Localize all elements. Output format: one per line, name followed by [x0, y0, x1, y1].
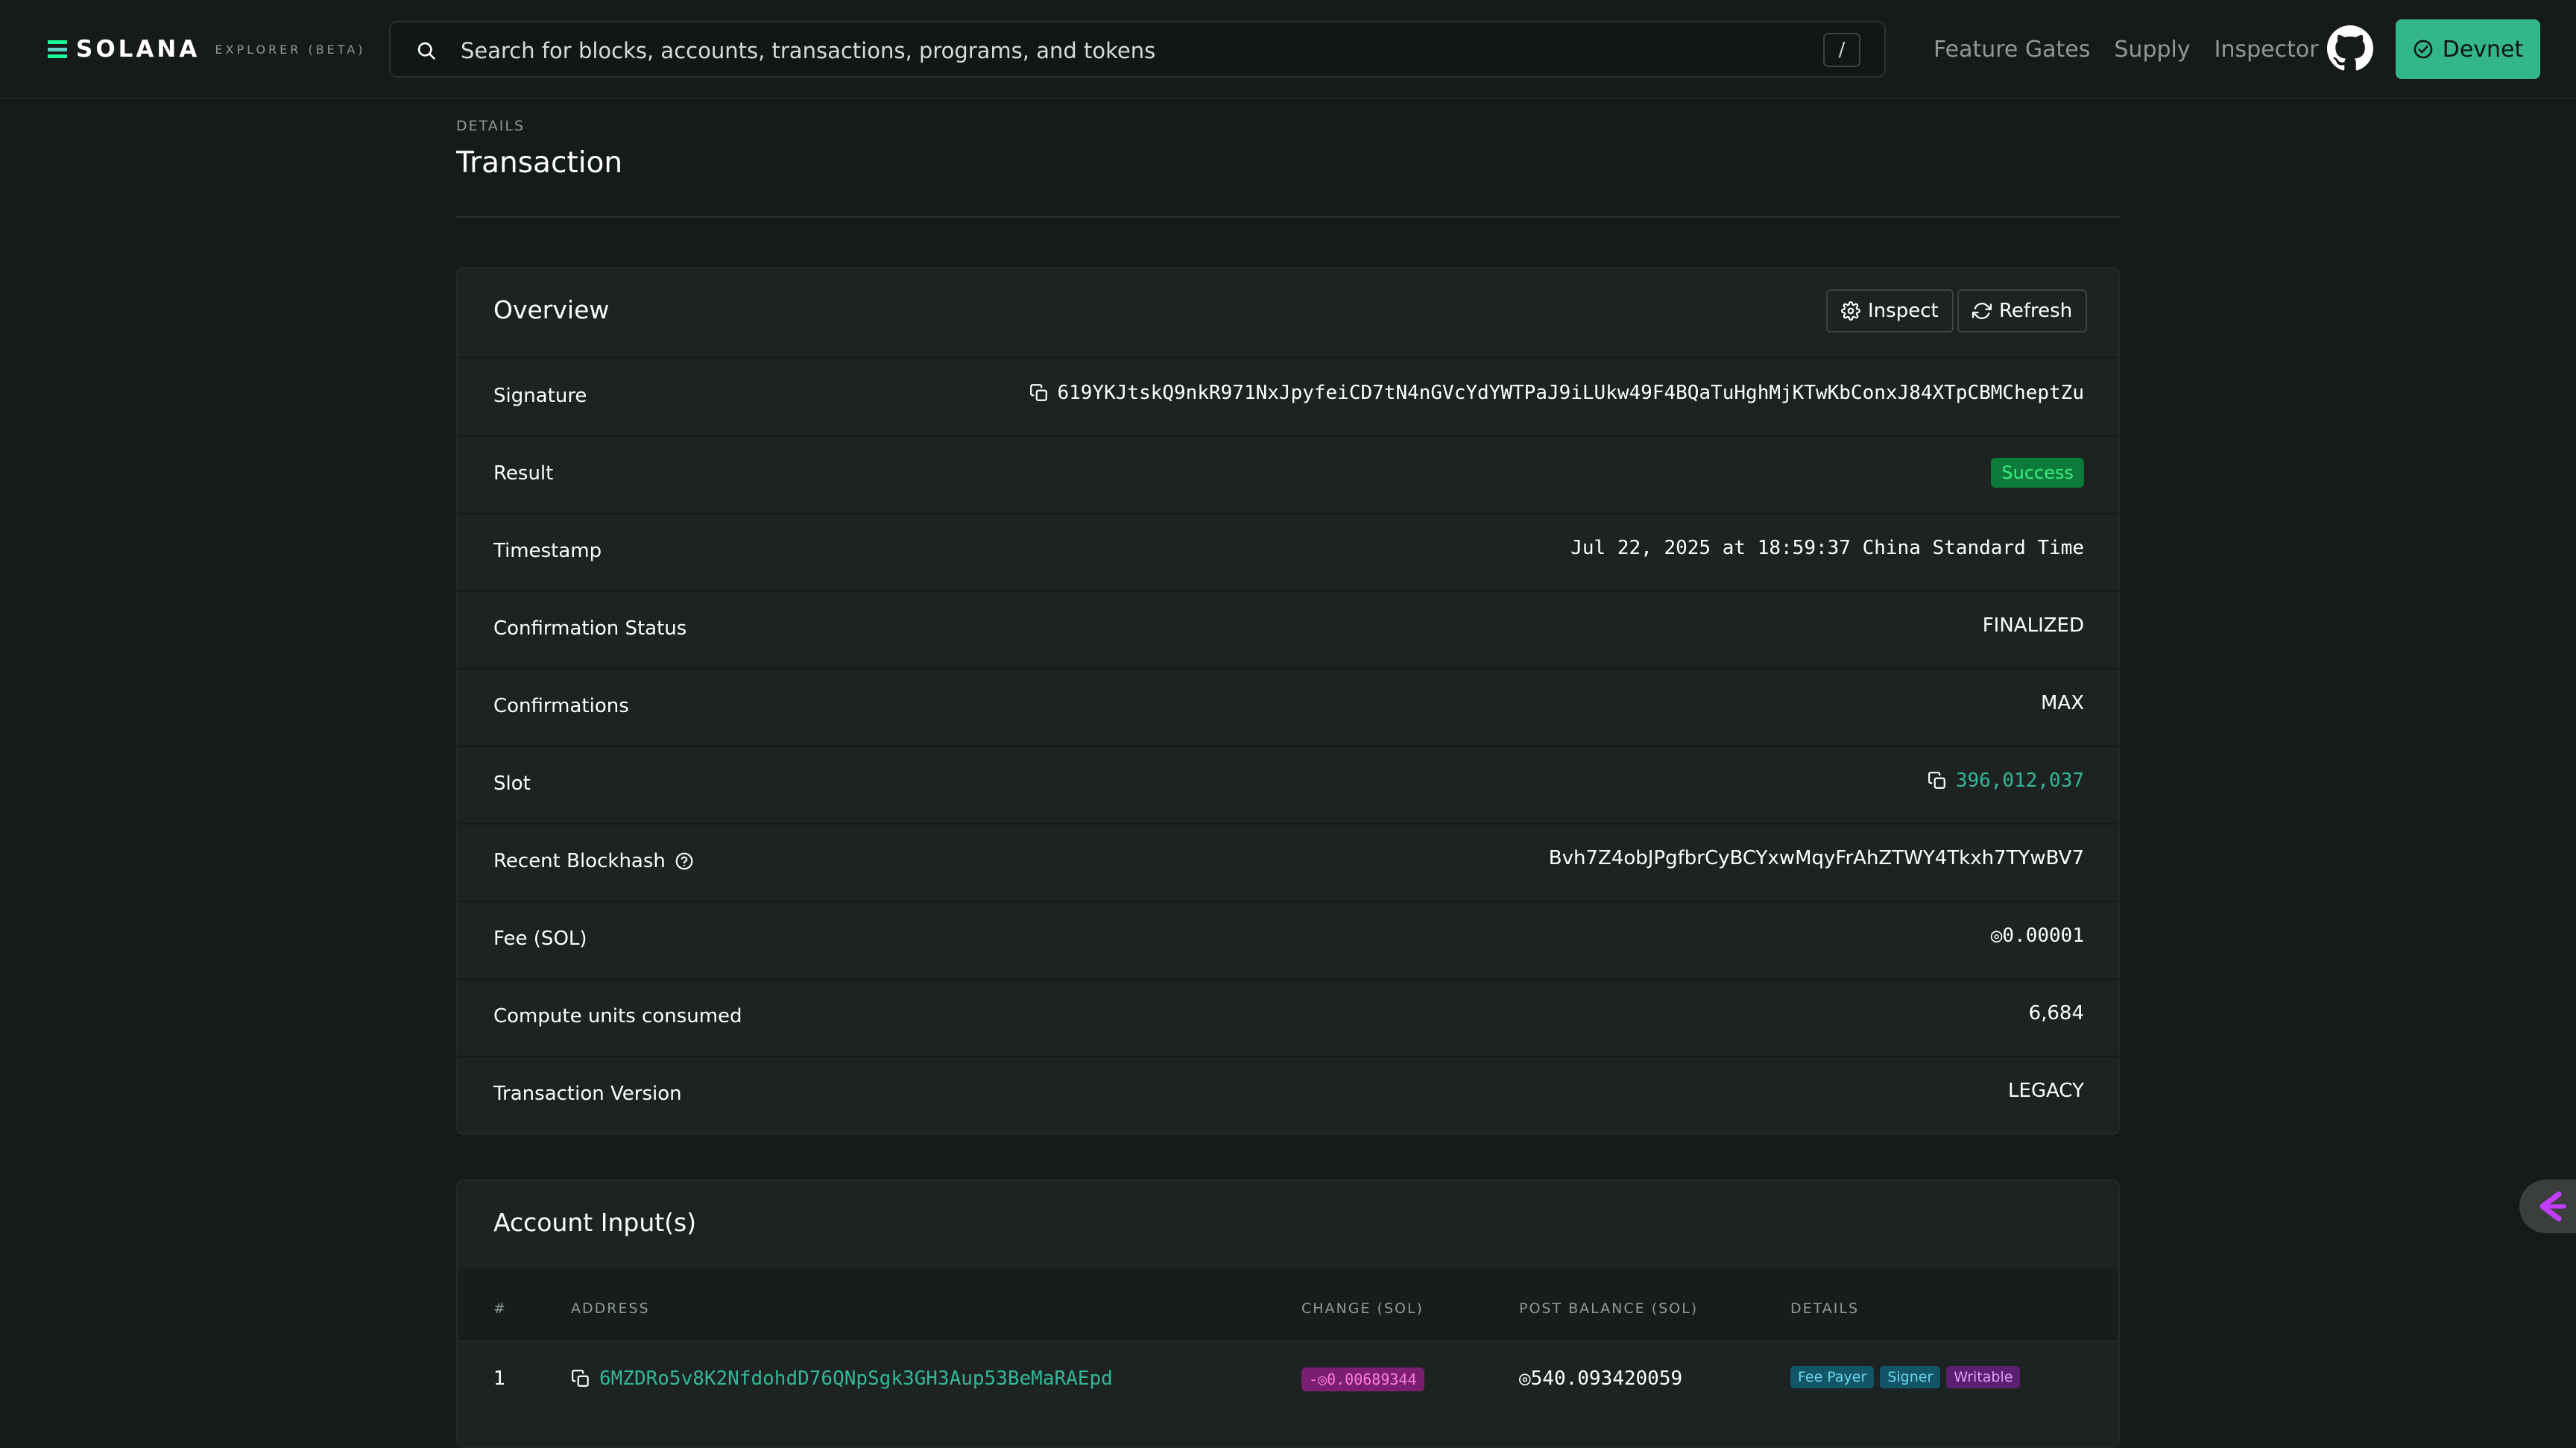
row-address: 6MZDRo5v8K2NfdohdD76QNpSgk3GH3Aup53BeMaR… — [571, 1367, 1113, 1390]
tag-writable: Writable — [1946, 1366, 2021, 1388]
account-inputs-card-header: Account Input(s) — [458, 1181, 2118, 1271]
table-row: 1 6MZDRo5v8K2NfdohdD76QNpSgk3GH3Aup53BeM… — [458, 1342, 2118, 1420]
nav-links: Feature Gates Supply Inspector — [1933, 33, 2343, 66]
compute-units-value: 6,684 — [2028, 1002, 2084, 1024]
github-icon[interactable] — [2327, 25, 2373, 72]
column-header-address: ADDRESS — [571, 1300, 650, 1317]
signature-label: Signature — [493, 385, 587, 407]
column-header-index: # — [493, 1300, 507, 1317]
account-inputs-title: Account Input(s) — [493, 1208, 697, 1237]
confirmations-label: Confirmations — [493, 695, 629, 717]
confirmation-status-value: FINALIZED — [1982, 614, 2084, 637]
refresh-icon — [1972, 303, 1992, 319]
page-title: Transaction — [456, 146, 623, 180]
nav-link-supply[interactable]: Supply — [2114, 37, 2190, 63]
refresh-button-label: Refresh — [1999, 300, 2073, 322]
brand-subtitle: EXPLORER (BETA) — [215, 42, 366, 57]
overview-card-header: Overview Inspect Refresh — [458, 268, 2118, 358]
transaction-version-row: Transaction Version LEGACY — [458, 1056, 2118, 1133]
result-value: Success — [1991, 458, 2084, 488]
slot-link[interactable]: 396,012,037 — [1956, 769, 2084, 792]
search-input[interactable] — [459, 33, 1729, 69]
row-post-balance: ◎540.093420059 — [1519, 1367, 1683, 1390]
recent-blockhash-label-text: Recent Blockhash — [493, 850, 666, 872]
column-header-change: CHANGE (SOL) — [1301, 1300, 1424, 1317]
timestamp-row: Timestamp Jul 22, 2025 at 18:59:37 China… — [458, 513, 2118, 591]
overview-title: Overview — [493, 295, 610, 324]
fee-label: Fee (SOL) — [493, 928, 587, 950]
status-badge: Success — [1991, 458, 2084, 488]
copy-icon[interactable] — [1029, 383, 1049, 403]
page-pretitle: DETAILS — [456, 118, 525, 134]
signature-row: Signature 619YKJtskQ9nkR971NxJpyfeiCD7tN… — [458, 358, 2118, 435]
recent-blockhash-row: Recent Blockhash Bvh7Z4obJPgfbrCyBCYxwMq… — [458, 823, 2118, 901]
result-row: Result Success — [458, 435, 2118, 513]
column-header-post-balance: POST BALANCE (SOL) — [1519, 1300, 1699, 1317]
tag-signer: Signer — [1880, 1366, 1941, 1388]
signature-text: 619YKJtskQ9nkR971NxJpyfeiCD7tN4nGVcYdYWT… — [1057, 382, 2085, 404]
row-index: 1 — [493, 1367, 506, 1390]
slot-value: 396,012,037 — [1928, 769, 2084, 792]
transaction-version-value: LEGACY — [2008, 1080, 2084, 1102]
change-badge: -◎0.00689344 — [1301, 1367, 1424, 1391]
slot-label: Slot — [493, 772, 531, 795]
refresh-button[interactable]: Refresh — [1957, 289, 2088, 333]
compute-units-row: Compute units consumed 6,684 — [458, 978, 2118, 1056]
compute-units-label: Compute units consumed — [493, 1005, 742, 1027]
search-bar[interactable]: / — [389, 21, 1886, 78]
search-icon — [417, 42, 435, 60]
nav-link-inspector[interactable]: Inspector — [2214, 37, 2319, 63]
brand-logo[interactable]: SOLANA EXPLORER (BETA) — [48, 33, 366, 66]
overview-card: Overview Inspect Refresh Signature 619YK… — [456, 267, 2120, 1135]
row-change: -◎0.00689344 — [1301, 1367, 1424, 1391]
fee-row: Fee (SOL) ◎0.00001 — [458, 901, 2118, 978]
search-shortcut-key: / — [1823, 33, 1860, 67]
navbar: SOLANA EXPLORER (BETA) / Feature Gates S… — [0, 0, 2576, 98]
solana-logo-icon — [48, 40, 67, 58]
help-circle-icon[interactable] — [675, 852, 694, 871]
cluster-devnet-button[interactable]: Devnet — [2396, 19, 2540, 79]
header-divider — [456, 216, 2120, 218]
row-details: Fee Payer Signer Writable — [1790, 1366, 2026, 1388]
confirmation-status-row: Confirmation Status FINALIZED — [458, 591, 2118, 668]
column-header-details: DETAILS — [1790, 1300, 1860, 1317]
inspect-button[interactable]: Inspect — [1826, 289, 1954, 333]
copy-icon[interactable] — [571, 1369, 590, 1388]
recent-blockhash-value: Bvh7Z4obJPgfbrCyBCYxwMqyFrAhZTWY4Tkxh7TY… — [1548, 847, 2084, 869]
inspect-button-label: Inspect — [1868, 300, 1939, 322]
confirmations-row: Confirmations MAX — [458, 668, 2118, 746]
slot-row: Slot 396,012,037 — [458, 746, 2118, 823]
recent-blockhash-label: Recent Blockhash — [493, 850, 694, 872]
signature-value: 619YKJtskQ9nkR971NxJpyfeiCD7tN4nGVcYdYWT… — [1029, 382, 2085, 404]
extension-logo-icon — [2539, 1192, 2566, 1221]
cluster-label: Devnet — [2442, 36, 2524, 63]
nav-link-feature-gates[interactable]: Feature Gates — [1933, 37, 2090, 63]
brand-name: SOLANA — [76, 36, 201, 63]
timestamp-label: Timestamp — [493, 540, 602, 562]
account-address-link[interactable]: 6MZDRo5v8K2NfdohdD76QNpSgk3GH3Aup53BeMaR… — [599, 1367, 1113, 1390]
copy-icon[interactable] — [1928, 771, 1947, 790]
timestamp-value: Jul 22, 2025 at 18:59:37 China Standard … — [1570, 537, 2084, 559]
fee-value: ◎0.00001 — [1990, 925, 2084, 947]
account-inputs-card: Account Input(s) # ADDRESS CHANGE (SOL) … — [456, 1180, 2120, 1448]
transaction-version-label: Transaction Version — [493, 1083, 682, 1105]
gear-icon — [1841, 301, 1860, 321]
confirmations-value: MAX — [2040, 692, 2084, 714]
result-label: Result — [493, 462, 554, 485]
confirmation-status-label: Confirmation Status — [493, 617, 687, 640]
account-inputs-table-header: # ADDRESS CHANGE (SOL) POST BALANCE (SOL… — [458, 1271, 2118, 1342]
floating-extension-widget[interactable] — [2519, 1180, 2576, 1233]
tag-fee-payer: Fee Payer — [1790, 1366, 1875, 1388]
check-circle-icon — [2414, 40, 2433, 59]
